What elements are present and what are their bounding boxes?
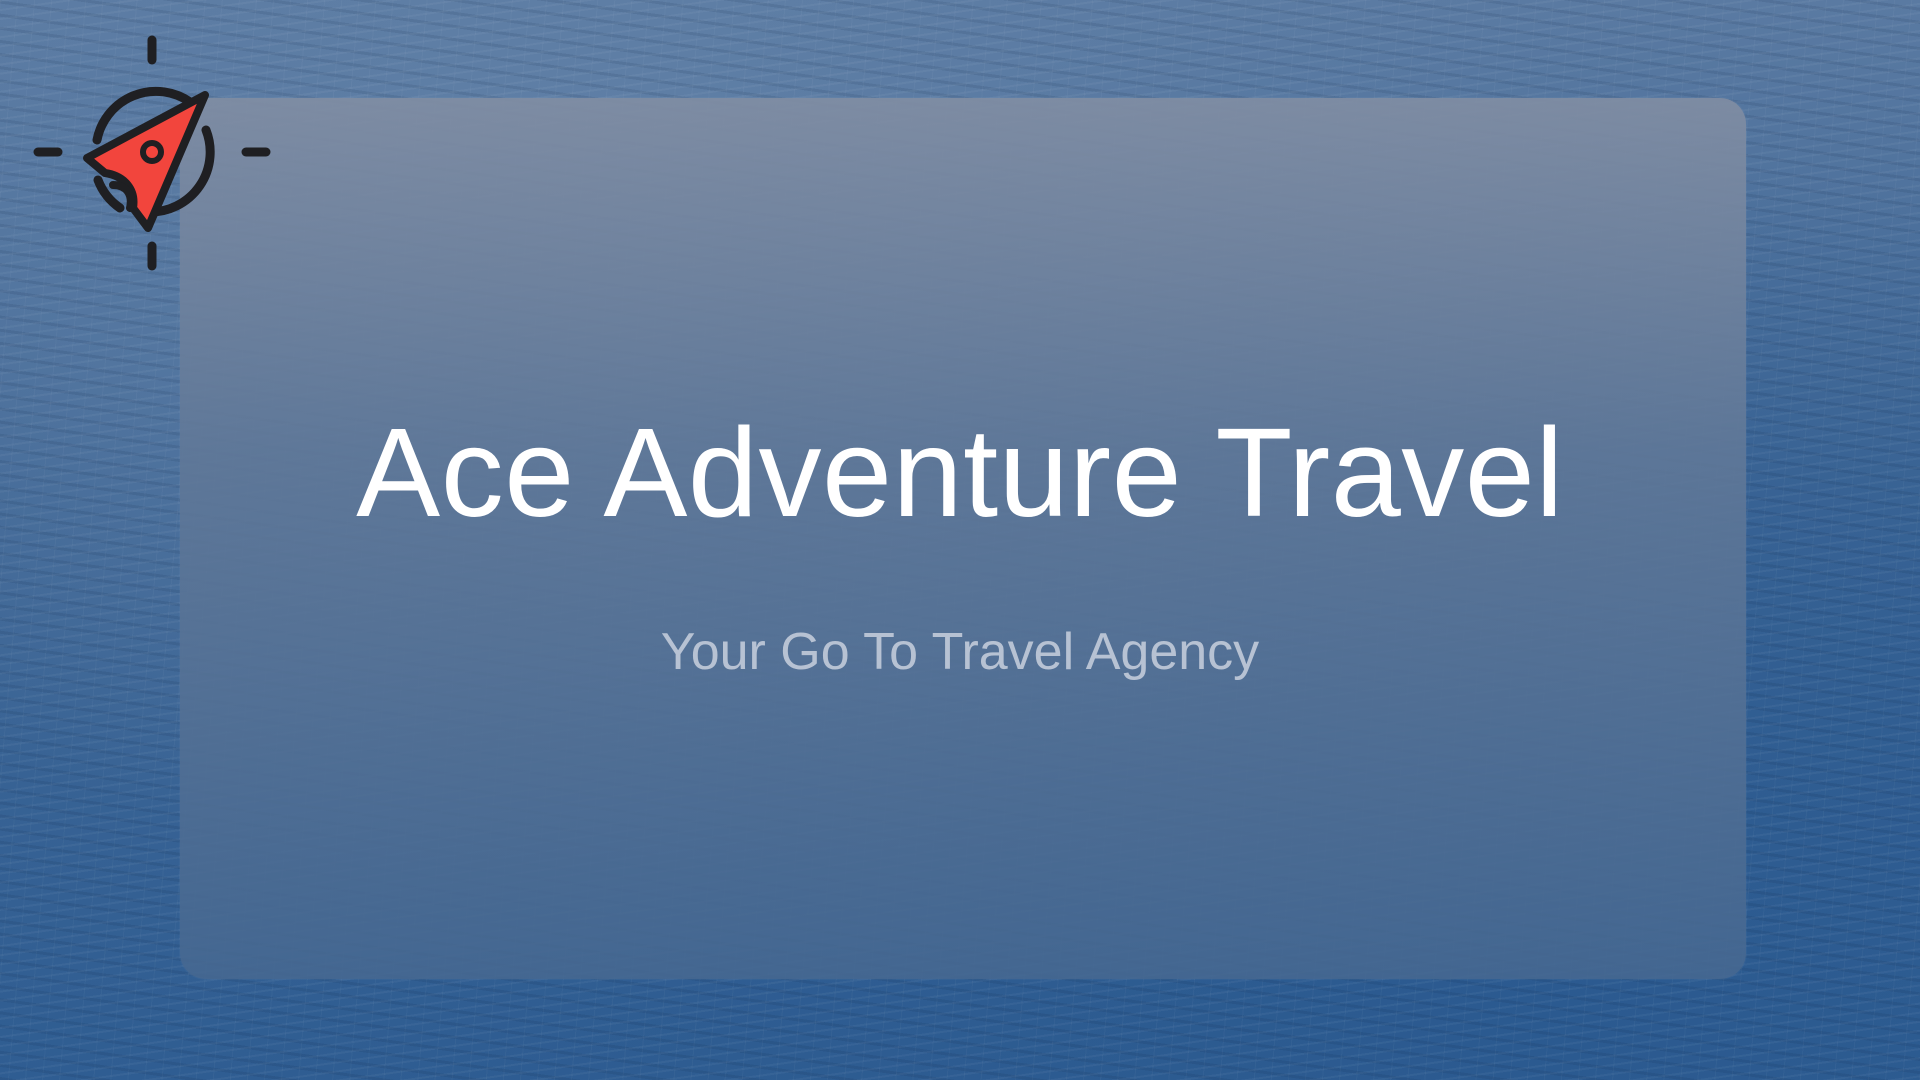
slide: { "slide": { "title": "Ace Adventure Tra… xyxy=(0,0,1920,1080)
slide-title: Ace Adventure Travel xyxy=(356,402,1564,543)
compass-rocket-icon xyxy=(33,35,271,271)
slide-subtitle: Your Go To Travel Agency xyxy=(660,623,1260,681)
